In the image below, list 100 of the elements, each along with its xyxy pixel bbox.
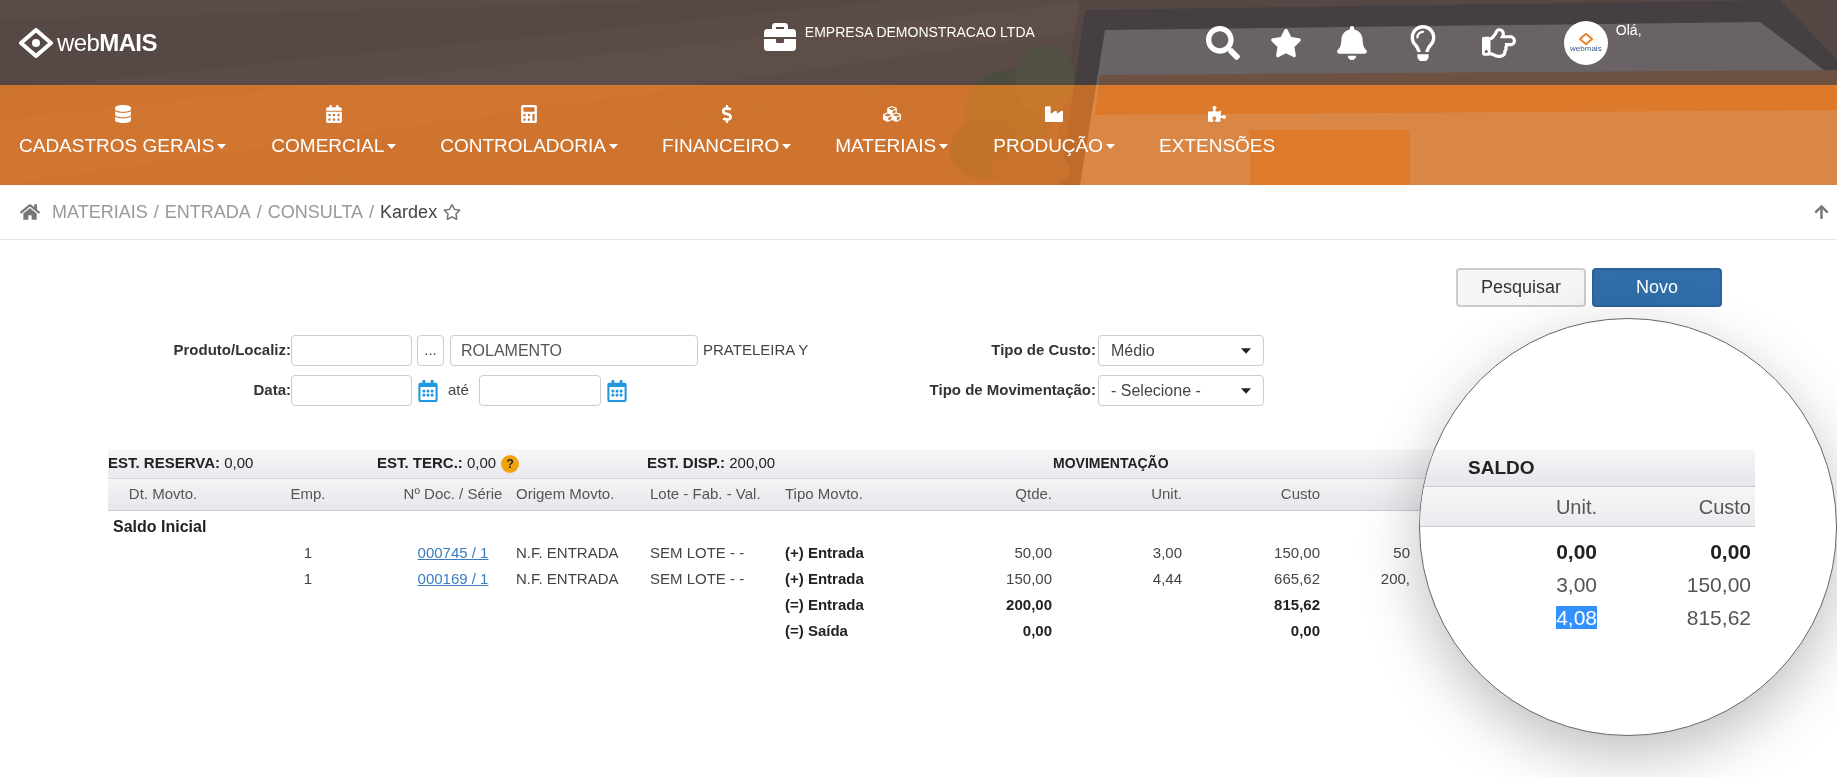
table-cell: 665,62	[1274, 569, 1320, 587]
nav-menu-item[interactable]: PRODUÇÃO	[993, 105, 1116, 161]
logo-icon	[19, 27, 53, 58]
caret-icon	[217, 143, 227, 149]
caret-icon	[939, 143, 949, 149]
caret-icon	[1241, 386, 1251, 395]
new-button[interactable]: Novo	[1592, 268, 1722, 307]
table-cell: 4,08	[1556, 605, 1597, 629]
company-name: EMPRESA DEMONSTRACAO LTDA	[804, 22, 1035, 42]
saldo-title: SALDO	[1468, 455, 1535, 480]
table-cell: SEM LOTE - -	[650, 543, 745, 561]
table-cell: 50,00	[1014, 543, 1052, 561]
caret-icon	[387, 143, 397, 149]
favorite-star-icon[interactable]	[443, 203, 462, 221]
breadcrumb-separator: /	[369, 200, 375, 224]
column-header: Custo	[1280, 485, 1320, 503]
table-cell: 200,00	[1006, 595, 1052, 613]
column-header: Unit.	[1555, 495, 1597, 518]
movement-type-select[interactable]: - Selecione -	[1098, 375, 1264, 406]
table-cell: (=) Entrada	[785, 595, 864, 613]
user-avatar[interactable]: webmais	[1563, 20, 1608, 65]
table-cell: 815,62	[1686, 605, 1751, 629]
location-text: PRATELEIRA Y	[703, 340, 809, 361]
table-cell: (+) Entrada	[785, 543, 864, 561]
column-header: Unit.	[1151, 485, 1182, 503]
table-cell: 1	[303, 543, 313, 561]
calendar-icon[interactable]	[606, 379, 627, 402]
date-between-text: até	[448, 380, 469, 401]
search-button[interactable]	[1205, 25, 1240, 60]
document-link[interactable]: 000745 / 1	[417, 543, 489, 561]
logo-text: webMAIS	[57, 27, 157, 58]
table-cell: 200,	[1380, 569, 1410, 587]
field-label: Tipo de Movimentação:	[928, 380, 1097, 401]
table-cell: 0,00	[1710, 539, 1751, 563]
nav-menu-item[interactable]: EXTENSÕES	[1159, 105, 1276, 161]
bell-button[interactable]	[1335, 25, 1368, 60]
product-code-field[interactable]	[291, 335, 412, 366]
column-header: Qtde.	[1015, 485, 1052, 503]
product-description-field[interactable]: ROLAMENTO	[450, 335, 698, 366]
briefcase-icon	[762, 20, 797, 53]
cost-type-select[interactable]: Médio	[1098, 335, 1264, 366]
caret-icon	[1106, 143, 1116, 149]
table-cell: 0,00	[1022, 621, 1052, 639]
field-label: Produto/Localiz:	[172, 340, 291, 361]
summary-text: EST. TERC.: 0,00	[377, 453, 497, 474]
table-cell: 150,00	[1686, 572, 1751, 596]
calendar-icon	[324, 105, 343, 123]
table-cell: 150,00	[1006, 569, 1052, 587]
nav-menu-item[interactable]: COMERCIAL	[271, 105, 397, 161]
date-to-field[interactable]	[478, 375, 601, 406]
scroll-top-icon[interactable]	[1814, 204, 1829, 220]
table-cell: N.F. ENTRADA	[516, 543, 619, 561]
summary-text: EST. RESERVA: 0,00	[108, 453, 254, 474]
cubes-icon	[882, 105, 901, 123]
caret-icon	[782, 143, 792, 149]
table-cell: 0,00	[1290, 621, 1320, 639]
breadcrumb-link[interactable]: MATERIAIS	[52, 198, 148, 226]
breadcrumb-link[interactable]: CONSULTA	[267, 198, 364, 226]
column-header: Nº Doc. / Série	[403, 485, 503, 503]
database-icon	[113, 105, 132, 123]
column-header: Emp.	[290, 485, 326, 503]
greeting: Olá,	[1615, 21, 1642, 40]
table-cell: 3,00	[1152, 543, 1182, 561]
breadcrumb-link[interactable]: ENTRADA	[164, 198, 251, 226]
table-cell: 1	[303, 569, 313, 587]
table-cell: (=) Saída	[785, 621, 848, 639]
table-cell: 150,00	[1274, 543, 1320, 561]
pointing-hand-button[interactable]	[1479, 25, 1518, 60]
caret-icon	[609, 143, 619, 149]
nav-menu-item[interactable]: MATERIAIS	[835, 105, 949, 161]
date-from-field[interactable]	[291, 375, 412, 406]
column-header: Dt. Movto.	[128, 485, 198, 503]
lookup-button[interactable]: ...	[417, 335, 444, 366]
section-label: Saldo Inicial	[113, 517, 207, 537]
breadcrumb-separator: /	[153, 200, 159, 224]
nav-menu-item[interactable]: CADASTROS GERAIS	[19, 105, 227, 161]
group-title: MOVIMENTAÇÃO	[1053, 454, 1169, 473]
table-cell: 4,44	[1152, 569, 1182, 587]
field-label: Tipo de Custo:	[990, 340, 1097, 361]
help-icon[interactable]: ?	[501, 454, 520, 473]
column-header: Custo	[1698, 495, 1751, 518]
column-header: Lote - Fab. - Val.	[650, 485, 761, 503]
breadcrumb-current: Kardex	[380, 200, 438, 224]
table-cell: 0,00	[1556, 539, 1597, 563]
document-link[interactable]: 000169 / 1	[417, 569, 489, 587]
home-icon[interactable]	[20, 203, 40, 221]
field-label: Data:	[252, 380, 291, 401]
calendar-icon[interactable]	[418, 379, 438, 402]
nav-menu-item[interactable]: CONTROLADORIA	[440, 105, 619, 161]
factory-icon	[1045, 105, 1064, 123]
calculator-icon	[520, 105, 539, 123]
breadcrumb-separator: /	[256, 200, 262, 224]
table-cell: 3,00	[1556, 572, 1597, 596]
table-cell: N.F. ENTRADA	[516, 569, 619, 587]
column-header: Tipo Movto.	[785, 485, 863, 503]
table-cell: 815,62	[1274, 595, 1320, 613]
search-button[interactable]: Pesquisar	[1456, 268, 1586, 307]
column-header: Origem Movto.	[516, 485, 615, 503]
nav-menu-item[interactable]: FINANCEIRO	[662, 105, 792, 161]
star-button[interactable]	[1269, 26, 1302, 59]
